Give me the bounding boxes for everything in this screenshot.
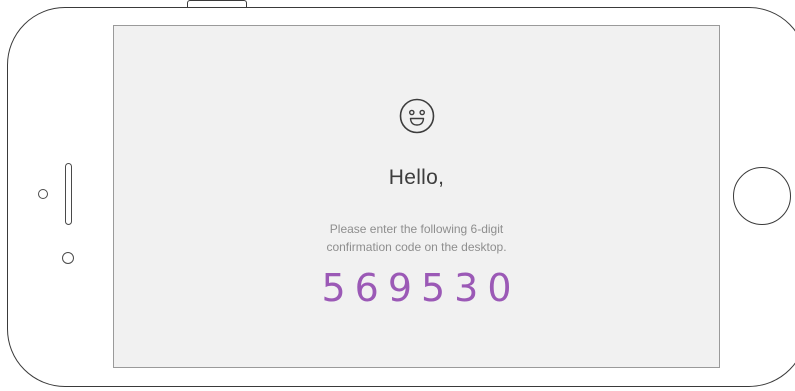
instruction-text: Please enter the following 6-digit confi…: [114, 220, 719, 256]
proximity-sensor: [62, 252, 74, 264]
instruction-line-1: Please enter the following 6-digit: [329, 222, 504, 236]
device-mockup: Hello, Please enter the following 6-digi…: [0, 0, 795, 391]
smiley-face-icon: [399, 98, 434, 134]
instruction-line-2: confirmation code on the desktop.: [326, 240, 507, 254]
greeting-heading: Hello,: [388, 166, 445, 189]
front-camera: [38, 189, 48, 199]
earpiece-speaker: [65, 163, 72, 225]
phone-screen: Hello, Please enter the following 6-digi…: [113, 25, 720, 368]
confirmation-code: 569530: [321, 266, 521, 310]
phone-side-button: [187, 0, 247, 7]
home-button[interactable]: [733, 167, 791, 225]
